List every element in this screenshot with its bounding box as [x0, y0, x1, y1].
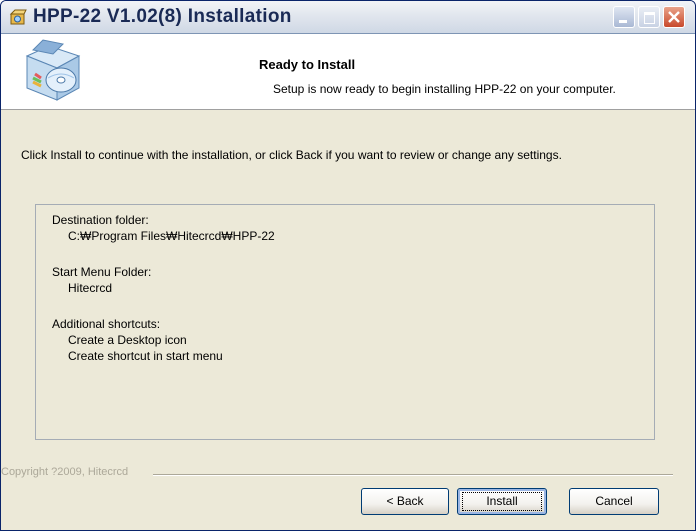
shortcut-start-menu: Create shortcut in start menu	[68, 349, 223, 363]
installer-box-cd-icon	[19, 34, 87, 110]
shortcut-desktop-icon: Create a Desktop icon	[68, 333, 187, 347]
footer-divider	[153, 474, 673, 476]
maximize-button[interactable]	[638, 6, 660, 28]
header-description: Setup is now ready to begin installing H…	[273, 82, 616, 96]
window-title: HPP-22 V1.02(8) Installation	[33, 6, 292, 27]
copyright-text: Copyright ?2009, Hitecrcd	[1, 466, 129, 478]
installer-box-icon	[9, 8, 27, 26]
minimize-button[interactable]	[613, 6, 635, 28]
back-button[interactable]: < Back	[361, 488, 449, 515]
close-button[interactable]	[663, 6, 685, 28]
destination-folder-value: C:₩Program Files₩Hitecrcd₩HPP-22	[68, 229, 275, 243]
intro-text: Click Install to continue with the insta…	[21, 148, 562, 162]
install-button[interactable]: Install	[457, 488, 547, 515]
close-icon	[668, 11, 680, 23]
header-title: Ready to Install	[259, 57, 356, 72]
start-menu-folder-label: Start Menu Folder:	[52, 265, 152, 279]
focus-rectangle	[462, 492, 542, 511]
destination-folder-label: Destination folder:	[52, 213, 149, 227]
install-summary-box[interactable]: Destination folder: C:₩Program Files₩Hit…	[35, 204, 655, 440]
title-bar[interactable]: HPP-22 V1.02(8) Installation	[1, 1, 695, 34]
additional-shortcuts-label: Additional shortcuts:	[52, 317, 161, 331]
installer-window: HPP-22 V1.02(8) Installation Ready to In…	[0, 0, 696, 531]
cancel-button[interactable]: Cancel	[569, 488, 659, 515]
start-menu-folder-value: Hitecrcd	[68, 281, 113, 295]
wizard-header: Ready to Install Setup is now ready to b…	[1, 34, 695, 110]
